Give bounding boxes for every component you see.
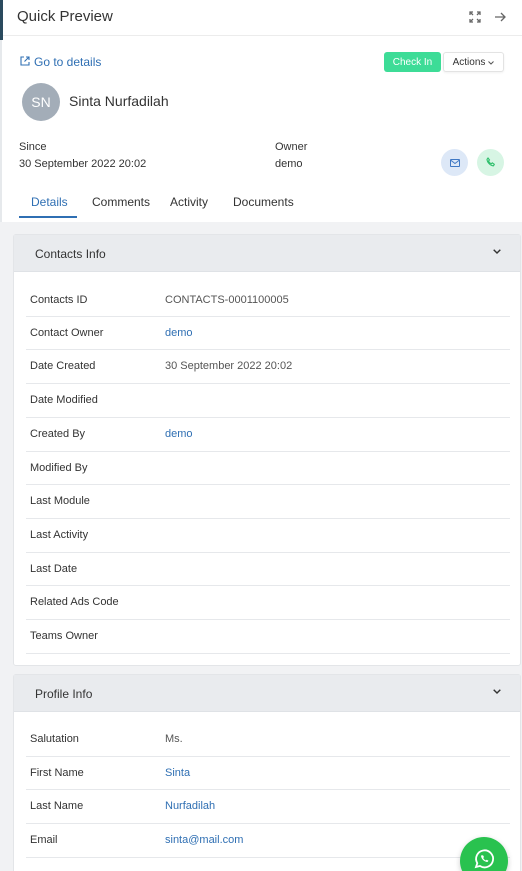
since-label: Since [19,141,47,153]
active-tab-indicator [19,216,77,218]
table-row: Contact Owner demo [26,317,510,350]
phone-icon [485,154,496,172]
table-row: Date Created 30 September 2022 20:02 [26,350,510,384]
table-row: First Name Sinta [26,757,510,790]
first-name-value: Sinta [165,767,191,779]
field-label: First Name [30,767,84,779]
profile-info-panel: Profile Info Salutation Ms. First Name S… [13,674,521,871]
email-button[interactable] [441,149,468,176]
chevron-down-icon[interactable] [491,245,503,257]
page-title: Quick Preview [17,8,113,25]
table-row: Date Modified [26,384,510,418]
tab-comments[interactable]: Comments [92,195,150,209]
contacts-info-panel: Contacts Info Contacts ID CONTACTS-00011… [13,234,521,666]
tab-documents[interactable]: Documents [233,195,294,209]
check-in-button[interactable]: Check In [384,52,441,72]
table-row: Email sinta@mail.com [26,824,510,858]
field-label: Last Name [30,800,84,812]
contacts-info-title: Contacts Info [35,247,106,261]
actions-label: Actions [452,56,486,68]
table-row: Last Activity [26,519,510,553]
field-label: Teams Owner [30,630,98,642]
tab-details[interactable]: Details [31,195,68,209]
contact-name: Sinta Nurfadilah [69,93,169,109]
owner-label: Owner [275,141,308,153]
table-row: Modified By [26,452,510,485]
field-value: CONTACTS-0001100005 [165,294,289,306]
chevron-down-icon [488,57,495,68]
chevron-down-icon[interactable] [491,685,503,697]
field-label: Date Modified [30,394,98,406]
field-label: Salutation [30,733,79,745]
go-to-details-label: Go to details [34,55,102,69]
tab-activity[interactable]: Activity [170,195,208,209]
mail-icon [449,154,460,172]
table-row: Last Module [26,485,510,519]
field-label: Created By [30,428,86,440]
field-label: Modified By [30,462,88,474]
tab-bar: Details Comments Activity Documents [0,185,522,219]
table-row: Last Name Nurfadilah [26,790,510,824]
go-to-details-link[interactable]: Go to details [20,55,101,69]
owner-value: demo [275,158,303,170]
profile-info-header[interactable]: Profile Info [14,675,520,712]
field-label: Last Module [30,495,90,507]
external-link-icon [20,55,30,69]
profile-info-title: Profile Info [35,687,93,701]
table-row: Teams Owner [26,620,510,654]
email-link[interactable]: sinta@mail.com [165,834,243,846]
actions-dropdown-button[interactable]: Actions [443,52,504,72]
field-label: Last Date [30,563,78,575]
field-label: Contacts ID [30,294,88,306]
avatar: SN [22,83,60,121]
created-by-link[interactable]: demo [165,428,193,440]
contact-owner-link[interactable]: demo [165,327,193,339]
expand-icon[interactable] [467,9,483,25]
close-panel-arrow-icon[interactable] [492,9,508,25]
field-label: Contact Owner [30,327,104,339]
field-label: Date Created [30,360,96,372]
table-row: Salutation Ms. [26,723,510,757]
contacts-info-header[interactable]: Contacts Info [14,235,520,272]
table-row: Related Ads Code [26,586,510,620]
field-value: Ms. [165,733,183,745]
table-row: Last Date [26,553,510,586]
field-label: Related Ads Code [30,596,119,608]
field-label: Email [30,834,58,846]
table-row: Contacts ID CONTACTS-0001100005 [26,283,510,317]
last-name-value: Nurfadilah [165,800,216,812]
table-row: Created By demo [26,418,510,452]
field-value: 30 September 2022 20:02 [165,360,293,372]
field-label: Last Activity [30,529,89,541]
whatsapp-icon [472,847,496,871]
since-value: 30 September 2022 20:02 [19,158,147,170]
call-button[interactable] [477,149,504,176]
header: Quick Preview [3,0,522,36]
